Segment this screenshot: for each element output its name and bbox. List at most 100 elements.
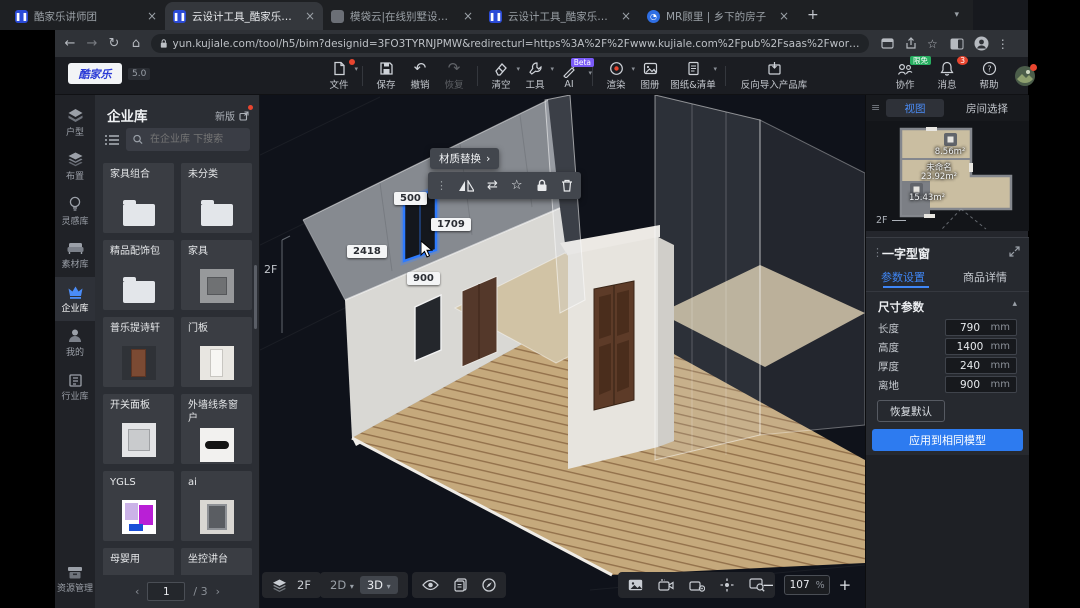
render-button[interactable]: 渲染 ▾ [599,61,633,91]
thickness-input[interactable] [952,360,988,372]
tab-close-icon[interactable]: × [779,9,789,23]
camera-settings-icon[interactable] [689,579,705,592]
height-input[interactable] [952,341,988,353]
material-replace-tooltip[interactable]: 材质替换 › [430,148,499,169]
sidebar-item-resource-management[interactable]: 资源管理 [55,558,95,602]
drag-handle-icon[interactable]: ⋮ [436,179,446,192]
browser-tab[interactable]: ❚❚ 酷家乐讲师团 × [7,2,165,30]
search-input[interactable] [148,133,243,146]
elevation-field[interactable]: mm [945,376,1017,393]
user-avatar[interactable] [1014,65,1036,87]
delete-trash-icon[interactable] [561,179,573,192]
tab-search-chevron-icon[interactable]: ▾ [954,10,959,20]
height-field[interactable]: mm [945,338,1017,355]
category-card[interactable]: 门板 [181,317,252,387]
sidebar-item-mine[interactable]: 我的 [55,321,95,365]
visibility-eye-icon[interactable] [422,579,439,591]
category-card[interactable]: 精品配饰包 [103,240,174,310]
reverse-import-button[interactable]: 反向导入产品库 [732,61,816,91]
category-card[interactable]: 外墙线条窗户 [181,394,252,464]
thickness-field[interactable]: mm [945,357,1017,374]
side-panel-icon[interactable] [950,38,964,50]
panel-drag-handle-icon[interactable]: ≡ [871,101,880,114]
clear-button[interactable]: 清空 ▾ [484,61,518,91]
share-icon[interactable] [905,37,917,50]
tools-button[interactable]: 工具 ▾ [518,61,552,91]
tab-parameter-settings[interactable]: 参数设置 [881,269,925,285]
collaborate-button[interactable]: 协作 限免 [888,62,922,91]
compass-icon[interactable] [482,578,496,592]
help-button[interactable]: ? 帮助 [972,61,1006,91]
category-card[interactable]: 家具组合 [103,163,174,233]
lock-icon[interactable] [536,179,548,192]
sidebar-item-floorplan[interactable]: 户型 [55,101,95,145]
length-input[interactable] [952,322,988,334]
zoom-level-input[interactable] [790,579,814,591]
sidebar-item-inspiration[interactable]: 灵感库 [55,189,95,233]
forward-button[interactable]: → [81,36,103,51]
tab-room-select[interactable]: 房间选择 [954,99,1020,117]
redo-button[interactable]: ↷ 恢复 [437,61,471,91]
page-number-input[interactable] [147,582,185,601]
list-view-toggle[interactable] [105,134,119,146]
category-card[interactable]: 家具 [181,240,252,310]
browser-menu-icon[interactable]: ⋮ [997,37,1009,51]
new-version-link[interactable]: 新版 [215,108,249,123]
browser-tab[interactable]: ◔ MR顾里 | 乡下的房子 × [639,2,797,30]
browser-tab-active[interactable]: ❚❚ 云设计工具_酷家乐讲师团_未… × [165,2,323,30]
ai-button[interactable]: AI Beta ▾ [552,63,586,90]
elevation-input[interactable] [952,379,988,391]
file-menu-button[interactable]: 文件 ▾ [322,61,356,91]
category-card[interactable]: 普乐提诗轩 [103,317,174,387]
length-field[interactable]: mm [945,319,1017,336]
panel-scrollbar[interactable] [254,265,257,329]
camera-view-icon[interactable] [658,579,674,592]
apply-to-same-model-button[interactable]: 应用到相同模型 [872,429,1023,451]
browser-tab[interactable]: 模袋云|在线别墅设计神器-酷… × [323,2,481,30]
install-icon[interactable] [881,37,894,50]
sidebar-item-industry-library[interactable]: 行业库 [55,365,95,409]
mirror-icon[interactable] [459,180,474,192]
tab-view[interactable]: 视图 [886,99,944,117]
swap-icon[interactable]: ⇄ [487,178,498,193]
tab-close-icon[interactable]: × [621,9,631,23]
save-button[interactable]: 保存 [369,61,403,91]
category-card[interactable]: ai [181,471,252,541]
sidebar-item-furnish[interactable]: 布置 [55,145,95,189]
category-card[interactable]: 未分类 [181,163,252,233]
zoom-out-button[interactable]: − [762,576,775,594]
search-box[interactable] [126,128,250,151]
drawings-list-button[interactable]: 图纸&清单 ▾ [667,61,719,91]
notes-icon[interactable] [454,578,467,592]
url-bar[interactable]: yun.kujiale.com/tool/h5/bim?designid=3FO… [151,34,869,53]
sidebar-item-enterprise-library[interactable]: 企业库 [55,277,95,321]
tab-close-icon[interactable]: × [463,9,473,23]
minimap[interactable]: 8.56m² 未命名 23.92m² 15.43m² 2F [866,121,1029,231]
browser-tab[interactable]: ❚❚ 云设计工具_酷家乐讲师团_未… × [481,2,639,30]
sidebar-item-materials[interactable]: 素材库 [55,233,95,277]
reload-button[interactable]: ↻ [103,36,125,51]
album-button[interactable]: 图册 [633,61,667,91]
tab-close-icon[interactable]: × [147,9,157,23]
messages-button[interactable]: 消息 3 [930,61,964,91]
floor-switcher[interactable]: 2F [262,572,321,598]
mode-3d-button[interactable]: 3D ▾ [360,576,398,594]
next-page-button[interactable]: › [216,585,220,598]
favorite-star-icon[interactable]: ☆ [511,178,523,193]
screenshot-icon[interactable] [628,579,643,591]
new-tab-button[interactable]: + [807,7,819,23]
collapse-section-icon[interactable]: ▴ [1012,299,1017,309]
back-button[interactable]: ← [59,36,81,51]
bookmark-star-icon[interactable]: ☆ [927,37,938,51]
tab-product-details[interactable]: 商品详情 [963,269,1007,285]
prev-page-button[interactable]: ‹ [135,585,139,598]
profile-avatar[interactable] [974,36,989,51]
zoom-in-button[interactable]: + [839,576,852,594]
expand-panel-icon[interactable] [1009,246,1020,257]
undo-button[interactable]: ↶ 撤销 [403,61,437,91]
focus-target-icon[interactable] [720,578,734,592]
reset-default-button[interactable]: 恢复默认 [877,400,945,422]
zoom-level-box[interactable]: % [784,575,830,595]
mode-2d-button[interactable]: 2D ▾ [330,578,354,592]
category-card[interactable]: 开关面板 [103,394,174,464]
